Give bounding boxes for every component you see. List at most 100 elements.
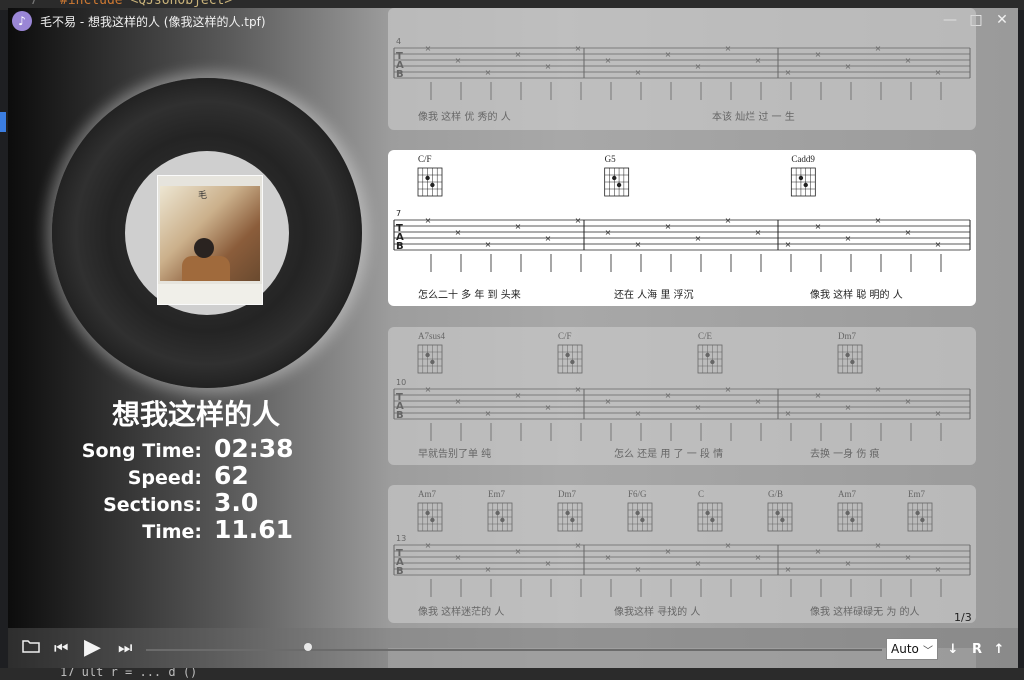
chord-dot	[570, 359, 575, 365]
tab-note: ×	[815, 50, 822, 59]
progress-handle[interactable]	[303, 643, 312, 651]
scroll-down-button[interactable]: ↓	[944, 638, 962, 660]
chord-dot	[430, 182, 435, 188]
scroll-up-button[interactable]: ↑	[990, 638, 1008, 660]
chord-dot	[425, 510, 430, 516]
next-button[interactable]: ⏭	[118, 638, 132, 658]
chord-name: G5	[605, 154, 616, 164]
tab-note: ×	[695, 403, 702, 412]
tab-note: ×	[785, 68, 792, 77]
control-bar: ⏮ ▶ ⏭ Auto ﹀ ↓ R ↑	[8, 628, 1018, 668]
tab-note: ×	[815, 391, 822, 400]
tab-staff-4: 13TAB××××××××××××××××××Am7 Em7 Dm7 F6/G C G/B…	[393, 489, 971, 618]
info-row-sections: Sections: 3.0	[48, 488, 348, 517]
chord-dot	[565, 510, 570, 516]
chord-dot	[495, 510, 500, 516]
album-cover: 毛	[157, 175, 263, 305]
chord-dot	[616, 182, 622, 188]
tab-note: ×	[515, 547, 522, 556]
speed-label: Speed:	[127, 467, 202, 489]
cover-title: 毛	[198, 191, 208, 201]
tab-note: ×	[785, 409, 792, 418]
tab-note: ×	[935, 68, 942, 77]
lyric-line: 本该 灿烂 过 一 生	[712, 110, 795, 123]
tab-staff-1: 4TAB××××××××××××××××××像我 这样 优 秀的 人本该 灿烂 …	[393, 37, 971, 123]
close-button[interactable]: ✕	[992, 10, 1012, 30]
tab-note: ×	[545, 559, 552, 568]
chord-dot	[803, 182, 808, 188]
tab-note: ×	[635, 68, 642, 77]
tab-note: ×	[575, 44, 582, 53]
chord-name: Em7	[488, 489, 505, 499]
tab-note: ×	[605, 397, 612, 406]
page-number: 1/3	[954, 611, 972, 624]
lyric-line: 去换 一身 伤 痕	[810, 447, 880, 460]
tab-note: ×	[695, 234, 702, 243]
measure-number: 13	[396, 534, 406, 543]
measure-number: 7	[396, 209, 401, 218]
tab-note: ×	[455, 56, 462, 65]
tab-clef-letter: B	[396, 69, 404, 80]
code-text: <QJsonObject>	[122, 0, 233, 8]
scroll-mode-value: Auto	[891, 642, 919, 656]
info-row-song-time: Song Time: 02:38	[48, 434, 348, 463]
tab-note: ×	[665, 391, 672, 400]
chord-dot	[710, 359, 715, 365]
tab-note: ×	[545, 403, 552, 412]
tab-note: ×	[425, 385, 432, 394]
chord-name: C/F	[418, 154, 432, 164]
tab-note: ×	[815, 547, 822, 556]
vinyl-record: 毛	[52, 78, 362, 388]
lyric-line: 早就告别了单 纯	[418, 447, 491, 460]
play-button[interactable]: ▶	[84, 635, 101, 660]
tab-note: ×	[755, 397, 762, 406]
measure-number: 10	[396, 378, 406, 387]
tab-note: ×	[815, 222, 822, 231]
chord-name: Cadd9	[791, 154, 815, 164]
score-section-4[interactable]: 13 T A B × × × × × × × × × × × × × × × × × × Am7 Em7 Dm7 F6/G C G/B…	[388, 485, 976, 623]
chord-name: Am7	[418, 489, 437, 499]
tab-staff-2: 7TAB××××××××××××××××××C/F G5 Cadd9怎么二十 多 年…	[393, 154, 971, 301]
score-section-3[interactable]: 10 T A B × × × × × × × × × × × × × × × × × × A7sus4 C/F C/E Dm7 早就…	[388, 327, 976, 465]
tab-note: ×	[875, 216, 882, 225]
tab-note: ×	[695, 62, 702, 71]
score-section-1[interactable]: 4 T A B × × × × × × × × × × × × × × × × × × 像我 这样 优 秀的 人本该 灿烂 …	[388, 8, 976, 130]
tab-note: ×	[785, 565, 792, 574]
progress-bar[interactable]	[146, 649, 882, 651]
cover-photo	[160, 186, 260, 281]
chord-name: C/E	[698, 331, 713, 341]
score-section-2-active[interactable]: 7 T A B × × × × × × × × × × × × × × × × × × C/F G5 Cadd9 怎么二十 多 年…	[388, 150, 976, 306]
chord-dot	[845, 510, 850, 516]
chord-name: A7sus4	[418, 331, 446, 341]
chord-dot	[570, 517, 575, 523]
tab-note: ×	[485, 68, 492, 77]
open-folder-icon[interactable]	[22, 638, 40, 657]
tab-note: ×	[665, 547, 672, 556]
cover-figure-head	[194, 238, 214, 258]
tab-note: ×	[485, 409, 492, 418]
song-title: 想我这样的人	[112, 398, 281, 431]
tab-note: ×	[845, 62, 852, 71]
previous-button[interactable]: ⏮	[54, 638, 68, 658]
tab-note: ×	[575, 216, 582, 225]
chord-dot	[425, 175, 430, 181]
chord-dot	[430, 359, 435, 365]
scroll-mode-select[interactable]: Auto ﹀	[886, 638, 938, 660]
tab-note: ×	[875, 385, 882, 394]
tab-note: ×	[905, 397, 912, 406]
measure-number: 4	[396, 37, 401, 46]
speed-value: 62	[214, 461, 249, 490]
chord-name: Dm7	[558, 489, 577, 499]
lyric-line: 还在 人海 里 浮沉	[614, 288, 694, 301]
tab-clef-letter: B	[396, 566, 404, 577]
chord-dot	[845, 352, 850, 358]
tab-note: ×	[605, 56, 612, 65]
tab-note: ×	[725, 385, 732, 394]
reset-button[interactable]: R	[968, 638, 986, 660]
chord-dot	[850, 359, 855, 365]
chord-name: Dm7	[838, 331, 857, 341]
tab-note: ×	[725, 44, 732, 53]
tab-note: ×	[545, 62, 552, 71]
tab-note: ×	[425, 541, 432, 550]
chord-dot	[915, 510, 920, 516]
